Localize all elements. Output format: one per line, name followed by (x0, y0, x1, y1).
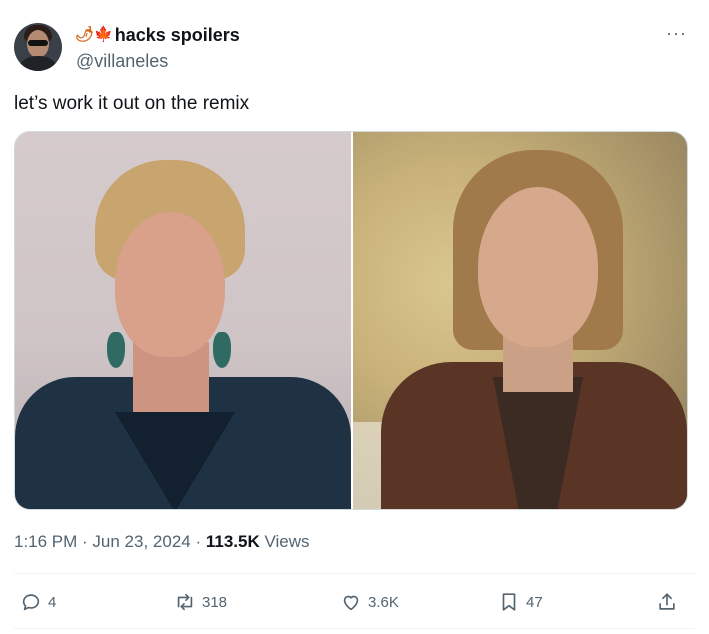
views-count: 113.5K (205, 532, 260, 551)
meta-separator: · (77, 532, 93, 551)
tweet-meta: 1:16 PM · Jun 23, 2024 · 113.5K Views (14, 531, 310, 553)
photo-left-earring (213, 332, 231, 368)
tweet-text: let’s work it out on the remix (14, 93, 250, 114)
repost-count: 318 (202, 593, 228, 611)
photo-right-face (478, 187, 598, 347)
action-bar: 4 318 3.6K 47 (14, 587, 694, 617)
divider (14, 573, 695, 574)
avatar-body (16, 56, 60, 71)
like-button[interactable]: 3.6K (340, 587, 399, 617)
share-button[interactable] (656, 587, 678, 617)
pepper-emoji-icon: 🌶 (75, 26, 95, 43)
bookmark-icon (502, 593, 516, 611)
tweet-time[interactable]: 1:16 PM (14, 532, 77, 551)
meta-separator: · (190, 532, 206, 551)
avatar[interactable] (14, 23, 62, 71)
like-count: 3.6K (368, 593, 399, 611)
tweet-media[interactable] (14, 131, 688, 510)
share-icon (659, 593, 675, 610)
author-name-row[interactable]: 🌶 🍁 hacks spoilers (75, 24, 240, 46)
tweet-card: 🌶 🍁 hacks spoilers @villaneles ··· let’s… (0, 0, 709, 634)
display-name[interactable]: hacks spoilers (115, 24, 240, 46)
avatar-sunglasses (28, 40, 48, 46)
reply-button[interactable]: 4 (20, 587, 56, 617)
tweet-date[interactable]: Jun 23, 2024 (92, 532, 190, 551)
bookmark-button[interactable]: 47 (498, 587, 543, 617)
bookmark-count: 47 (526, 593, 543, 611)
reply-icon (22, 594, 40, 611)
repost-button[interactable]: 318 (174, 587, 227, 617)
media-photo-left[interactable] (15, 132, 351, 509)
repost-icon (177, 593, 193, 611)
media-photo-right[interactable] (353, 132, 687, 509)
photo-left-earring (107, 332, 125, 368)
reply-count: 4 (48, 593, 57, 611)
leaf-emoji-icon: 🍁 (94, 26, 113, 43)
author-handle[interactable]: @villaneles (76, 50, 168, 72)
views-label: Views (259, 532, 310, 551)
more-options-icon[interactable]: ··· (666, 24, 687, 42)
photo-left-face (115, 212, 225, 357)
name-emoji: 🌶 🍁 (75, 24, 113, 46)
heart-icon (343, 595, 359, 611)
divider (14, 628, 695, 629)
